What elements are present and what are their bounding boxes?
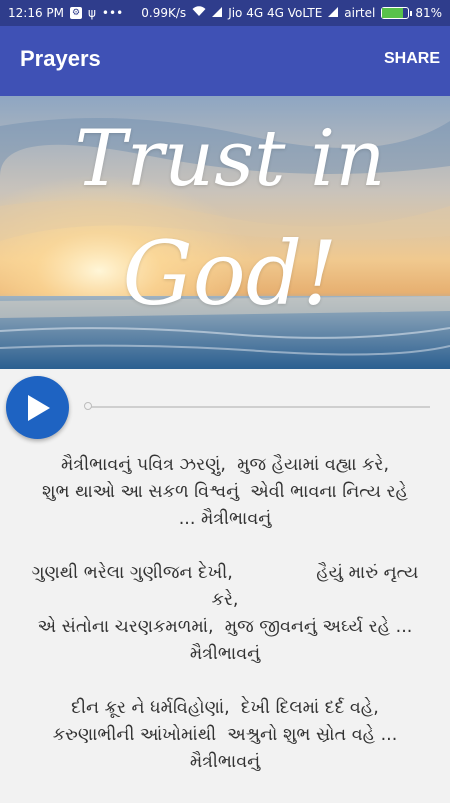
share-button[interactable]: SHARE — [384, 50, 440, 68]
prayer-lyrics: મૈત્રીભાવનું પવિત્ર ઝરણું, મુજ હૈયામાં વ… — [0, 452, 450, 803]
lyric-line: એ સંતોના ચરણકમળમાં, મુજ જીવનનું અર્ઘ્ય ર… — [37, 617, 413, 637]
lyric-line: ... મૈત્રીભાવનું — [178, 509, 272, 529]
lyric-line: કરુણાભીની આંખોમાંથી અશ્રુનો શુભ સ્રોત વહ… — [52, 725, 398, 745]
hero-text-line1: Trust in — [74, 114, 386, 204]
lyric-line: દીન ક્રૂર ને ધર્મવિહોણાં, દેખી દિલમાં દર… — [71, 698, 379, 718]
status-bar: 12:16 PM ⚙ ψ ••• 0.99K/s Jio 4G 4G VoLTE… — [0, 0, 450, 26]
lyric-line: ગુણથી ભરેલા ગુણીજન દેખી, હૈયું મારું નૃત… — [31, 563, 419, 583]
lyric-line: શુભ થાઓ આ સકળ વિશ્વનું એવી ભાવના નિત્ય ર… — [42, 482, 408, 502]
play-button[interactable] — [6, 376, 69, 439]
lyric-line: મૈત્રીભાવનું પવિત્ર ઝરણું, મુજ હૈયામાં વ… — [60, 455, 390, 475]
carrier-2: airtel — [344, 6, 376, 20]
more-notifications-icon: ••• — [101, 6, 124, 20]
wifi-icon — [192, 6, 206, 20]
hero-text-line2: God! — [122, 222, 338, 325]
header-image: Trust in God! — [0, 96, 450, 369]
lyric-line: કરે, — [211, 590, 239, 610]
signal-icon-1 — [212, 6, 223, 20]
carrier-1: Jio 4G 4G VoLTE — [228, 6, 323, 20]
stanza-1: મૈત્રીભાવનું પવિત્ર ઝરણું, મુજ હૈયામાં વ… — [0, 452, 450, 533]
lyric-line: મૈત્રીભાવનું — [189, 644, 261, 664]
stanza-2: ગુણથી ભરેલા ગુણીજન દેખી, હૈયું મારું નૃત… — [0, 560, 450, 668]
app-title: Prayers — [20, 46, 101, 71]
audio-player — [0, 369, 450, 445]
seek-thumb[interactable] — [84, 402, 92, 410]
app-bar: Prayers SHARE — [0, 26, 450, 96]
notification-icon: ⚙ — [70, 7, 82, 19]
battery-icon — [381, 7, 413, 19]
stanza-3: દીન ક્રૂર ને ધર્મવિહોણાં, દેખી દિલમાં દર… — [0, 695, 450, 776]
lyric-line: મૈત્રીભાવનું — [189, 752, 261, 772]
network-speed: 0.99K/s — [141, 6, 187, 20]
usb-icon: ψ — [88, 6, 96, 20]
play-icon — [28, 395, 50, 421]
signal-icon-2 — [328, 6, 339, 20]
seek-bar[interactable] — [88, 406, 430, 408]
battery-percent: 81% — [415, 6, 442, 20]
status-time: 12:16 PM — [8, 6, 64, 20]
